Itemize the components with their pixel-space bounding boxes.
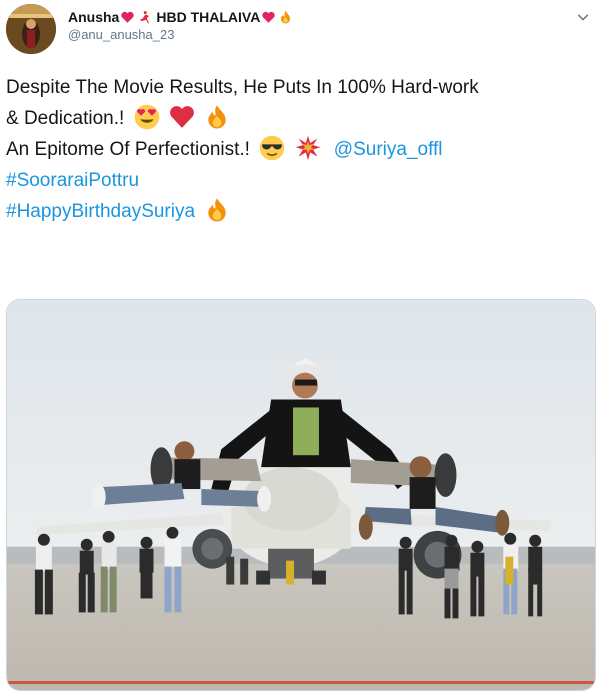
chevron-down-icon — [577, 14, 589, 21]
hashtag-link-1[interactable]: #SooraraiPottru — [6, 170, 139, 191]
user-handle[interactable]: @anu_anusha_23 — [68, 26, 570, 44]
display-name-suffix: HBD THALAIVA — [156, 9, 261, 25]
red-heart-icon — [262, 11, 276, 23]
tweet-menu-button[interactable] — [574, 8, 592, 26]
collision-icon — [295, 135, 320, 161]
red-heart-icon — [121, 11, 135, 23]
tweet-line-2: & Dedication.! — [6, 103, 591, 134]
mention-link[interactable]: @Suriya_offl — [334, 139, 443, 160]
tweet-photo[interactable] — [6, 299, 596, 691]
display-name[interactable]: Anusha HBD THALAIVA — [68, 8, 570, 26]
hashtag-link-2[interactable]: #HappyBirthdaySuriya — [6, 201, 195, 222]
tweet-text: Despite The Movie Results, He Puts In 10… — [6, 72, 591, 227]
red-heart-icon — [169, 106, 194, 128]
display-name-text: Anusha — [68, 9, 120, 25]
tweet-line-5: #HappyBirthdaySuriya — [6, 196, 591, 227]
dancer-icon — [140, 10, 150, 23]
heart-eyes-icon — [134, 104, 159, 130]
tweet-line-3: An Epitome Of Perfectionist.! @Suriya_of… — [6, 134, 591, 165]
avatar-image — [6, 4, 56, 54]
tweet-line-1: Despite The Movie Results, He Puts In 10… — [6, 77, 479, 98]
avatar[interactable] — [6, 4, 56, 54]
runway-line — [7, 681, 595, 685]
fire-icon — [208, 105, 226, 129]
tweet-line-3-text: An Epitome Of Perfectionist.! — [6, 139, 250, 160]
sunglasses-face-icon — [259, 135, 285, 161]
tweet-line-4: #SooraraiPottru — [6, 165, 591, 196]
photo-image — [7, 300, 595, 690]
tweet-line-2-text: & Dedication.! — [6, 108, 125, 129]
tweet-header: Anusha HBD THALAIVA @anu_anusha_23 — [68, 8, 570, 44]
fire-icon — [281, 10, 291, 23]
fire-icon — [208, 198, 226, 222]
tweet-card: Anusha HBD THALAIVA @anu_anusha_23 Despi… — [0, 0, 600, 700]
